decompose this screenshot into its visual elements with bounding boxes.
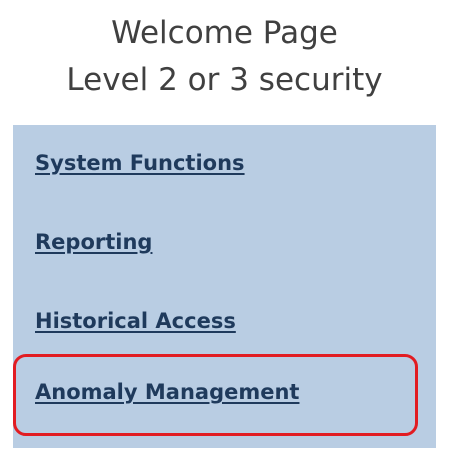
nav-link-reporting[interactable]: Reporting: [35, 230, 152, 254]
navigation-panel: System Functions Reporting Historical Ac…: [13, 125, 436, 448]
page-title: Welcome Page Level 2 or 3 security: [0, 10, 449, 104]
title-line-1: Welcome Page: [111, 15, 338, 51]
nav-link-anomaly-management[interactable]: Anomaly Management: [35, 380, 299, 404]
nav-link-historical-access[interactable]: Historical Access: [35, 309, 236, 333]
title-line-2: Level 2 or 3 security: [66, 62, 383, 98]
nav-link-system-functions[interactable]: System Functions: [35, 151, 245, 175]
